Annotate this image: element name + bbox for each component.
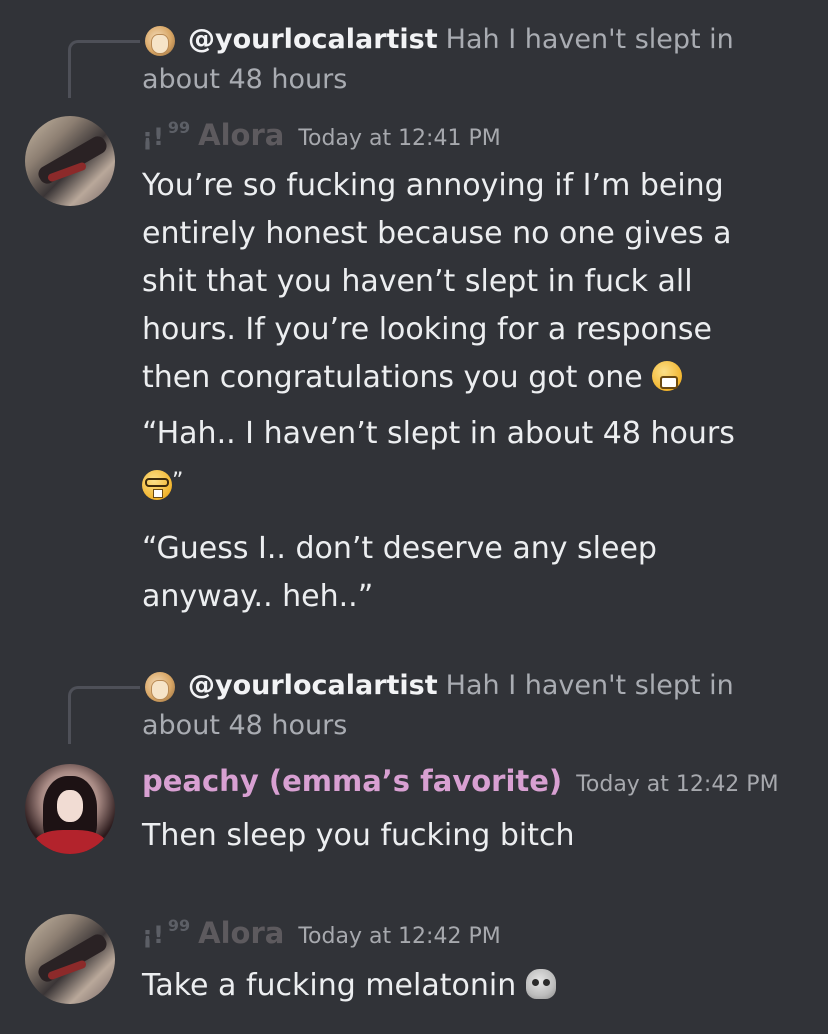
- message-header: ¡! 99 Alora Today at 12:41 PM: [142, 118, 501, 152]
- reply-connector-line: [68, 686, 140, 744]
- message-paragraph: “Guess I.. don’t deserve any sleep anywa…: [142, 531, 657, 614]
- reply-username[interactable]: @yourlocalartist: [188, 24, 438, 55]
- message-header: ¡! 99 Alora Today at 12:42 PM: [142, 916, 501, 950]
- username[interactable]: Alora: [198, 916, 284, 950]
- grimacing-emoji-icon: [652, 361, 683, 391]
- timestamp: Today at 12:42 PM: [576, 772, 779, 797]
- user-tag: ¡!: [142, 123, 164, 151]
- message-body: Take a fucking melatonin: [142, 962, 782, 1010]
- reply-username[interactable]: @yourlocalartist: [188, 670, 438, 701]
- nerd-face-emoji-icon: [142, 470, 172, 500]
- message-body: You’re so fucking annoying if I’m being …: [142, 162, 782, 621]
- reply-connector-line: [68, 40, 140, 98]
- username[interactable]: Alora: [198, 118, 284, 152]
- message-header: peachy (emma’s favorite) Today at 12:42 P…: [142, 764, 779, 798]
- message-paragraph: “Hah.. I haven’t slept in about 48 hours: [142, 416, 735, 451]
- timestamp: Today at 12:42 PM: [298, 924, 501, 949]
- user-tag-quote: 99: [167, 916, 191, 935]
- reply-snippet[interactable]: @yourlocalartist Hah I haven't slept in a…: [142, 20, 782, 100]
- user-tag: ¡!: [142, 921, 164, 949]
- reply-snippet[interactable]: @yourlocalartist Hah I haven't slept in a…: [142, 666, 782, 746]
- message-paragraph: ”: [142, 458, 782, 511]
- message-paragraph: You’re so fucking annoying if I’m being …: [142, 168, 732, 395]
- avatar-alora[interactable]: [25, 116, 115, 206]
- skull-emoji-icon: [525, 969, 556, 999]
- avatar-alora[interactable]: [25, 914, 115, 1004]
- user-tag-quote: 99: [167, 118, 191, 137]
- message-paragraph: Take a fucking melatonin: [142, 962, 782, 1010]
- timestamp: Today at 12:41 PM: [298, 126, 501, 151]
- message-body: Then sleep you fucking bitch: [142, 812, 782, 860]
- username[interactable]: peachy (emma’s favorite): [142, 764, 562, 798]
- avatar-peachy[interactable]: [25, 764, 115, 854]
- message-text: Then sleep you fucking bitch: [142, 818, 575, 853]
